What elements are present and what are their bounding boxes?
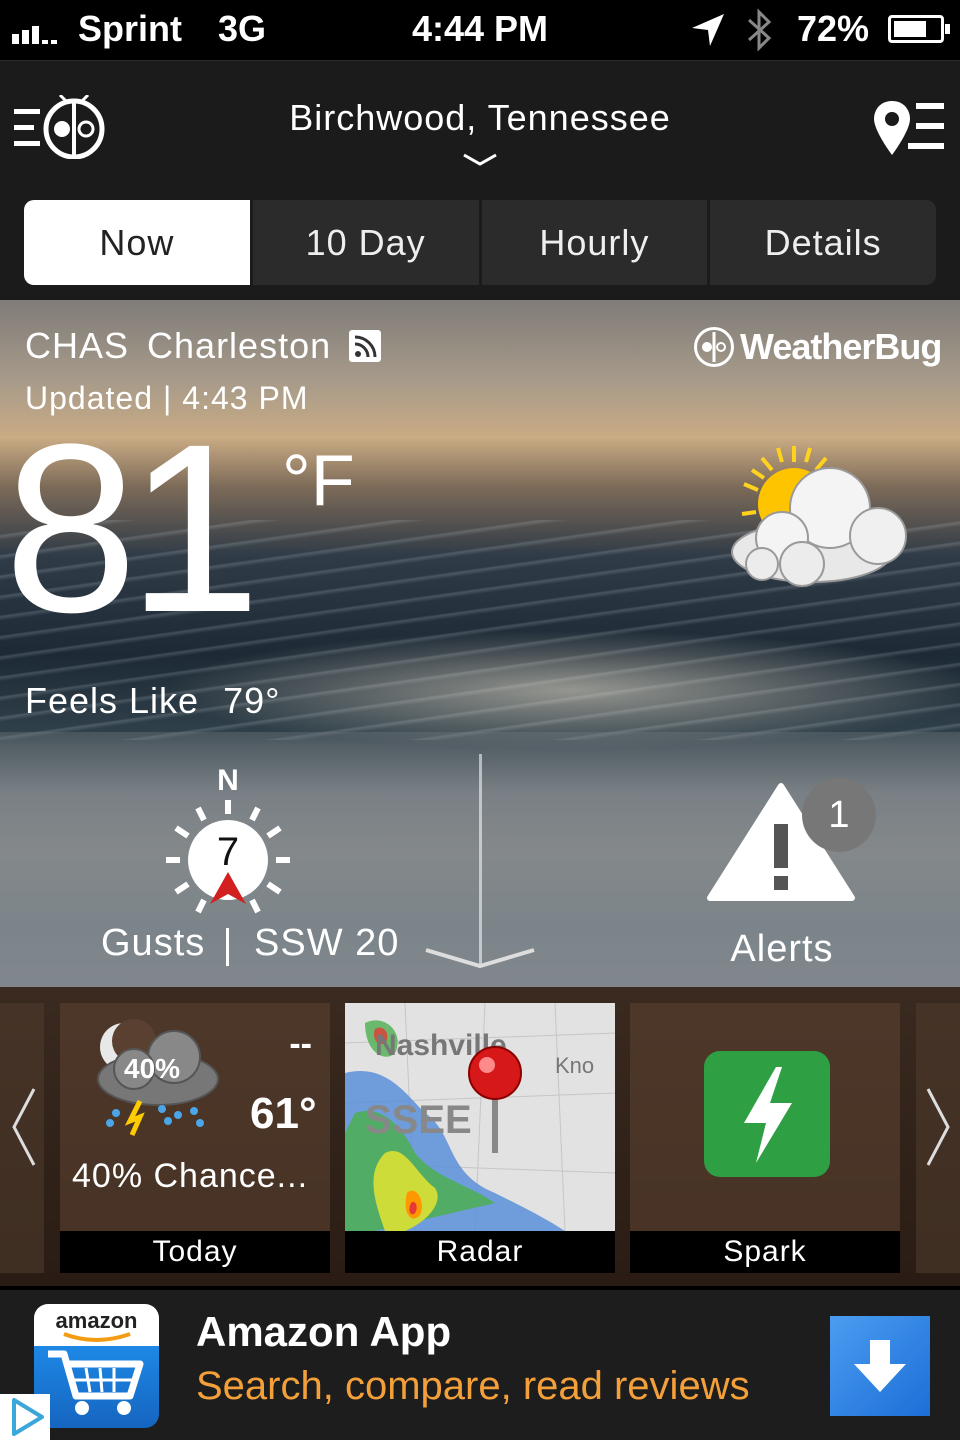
card-radar[interactable]: Nashville Kno SSEE Radar	[345, 1003, 615, 1273]
battery-percent: 72%	[797, 8, 870, 49]
feels-like-label: Feels Like	[25, 680, 200, 721]
card-spark[interactable]: Spark	[630, 1003, 900, 1273]
weatherbug-logo: WeatherBug	[694, 326, 942, 368]
wind-speed: 7	[216, 830, 240, 874]
amazon-app-logo: amazon	[34, 1304, 159, 1428]
app-header: Birchwood, Tennessee	[0, 60, 960, 192]
ad-title: Amazon App	[196, 1308, 452, 1355]
partly-cloudy-icon	[722, 440, 912, 590]
feels-like: Feels Like 79°	[25, 680, 281, 722]
alerts-label[interactable]: Alerts	[700, 928, 864, 971]
lightning-bolt-icon	[704, 1051, 830, 1177]
station-code: CHAS	[25, 325, 130, 366]
status-bar: Sprint 3G 4:44 PM 72%	[0, 0, 960, 60]
radar-map-image: Nashville Kno SSEE	[345, 1003, 615, 1232]
gusts-label: Gusts	[101, 922, 206, 964]
current-conditions-panel: CHAS Charleston Updated | 4:43 PM Weathe…	[0, 300, 960, 1286]
current-temperature: 81	[4, 394, 261, 662]
tab-hourly[interactable]: Hourly	[478, 200, 708, 285]
tab-now[interactable]: Now	[24, 200, 250, 285]
card-today-label: Today	[60, 1231, 330, 1273]
battery-icon	[888, 15, 950, 43]
station-info[interactable]: CHAS Charleston	[25, 325, 382, 367]
bluetooth-icon	[745, 8, 775, 61]
wind-alerts-band: N 7 Gusts SSW 20 1 Alerts	[0, 732, 960, 987]
tab-details[interactable]: Details	[707, 200, 936, 285]
today-description: 40% Chance...	[72, 1157, 309, 1195]
station-name: Charleston	[147, 325, 332, 366]
cards-strip: 40% -- 61° 40% Chance... Today Nashville…	[0, 987, 960, 1286]
gusts-divider	[226, 928, 229, 966]
gusts-value: SSW 20	[254, 922, 400, 964]
feels-like-value: 79°	[223, 680, 281, 721]
ad-subtitle: Search, compare, read reviews	[196, 1364, 750, 1408]
tab-group: Now 10 Day Hourly Details	[24, 200, 936, 285]
download-icon[interactable]	[830, 1316, 930, 1416]
precip-badge: 40%	[124, 1053, 181, 1084]
weatherbug-bug-icon	[694, 327, 734, 367]
location-arrow-icon	[688, 10, 728, 59]
radar-state-label: SSEE	[365, 1098, 472, 1142]
today-low: 61°	[250, 1089, 317, 1138]
location-list-icon[interactable]	[874, 99, 946, 157]
card-spark-label: Spark	[630, 1231, 900, 1273]
radar-city-kno: Kno	[555, 1053, 594, 1078]
scroll-left-icon[interactable]	[10, 1087, 38, 1183]
chevron-down-icon[interactable]	[462, 153, 498, 172]
temperature-unit[interactable]: °F	[282, 440, 355, 522]
band-divider	[479, 754, 482, 964]
card-today[interactable]: 40% -- 61° 40% Chance... Today	[60, 1003, 330, 1273]
ad-banner[interactable]: amazon Amazon App Search, compare, read …	[0, 1286, 960, 1440]
compass-north-label: N	[217, 764, 239, 797]
tab-bar: Now 10 Day Hourly Details	[0, 192, 960, 300]
today-high: --	[289, 1025, 312, 1063]
adchoices-icon[interactable]	[0, 1394, 50, 1440]
alert-count-badge: 1	[802, 778, 876, 852]
brand-name: WeatherBug	[740, 326, 942, 367]
scroll-right-icon[interactable]	[924, 1087, 952, 1183]
tab-10-day[interactable]: 10 Day	[249, 200, 479, 285]
card-radar-label: Radar	[345, 1231, 615, 1273]
expand-chevron-icon[interactable]	[422, 946, 538, 975]
location-title[interactable]: Birchwood, Tennessee	[0, 97, 960, 139]
rss-feed-icon[interactable]	[349, 330, 382, 362]
